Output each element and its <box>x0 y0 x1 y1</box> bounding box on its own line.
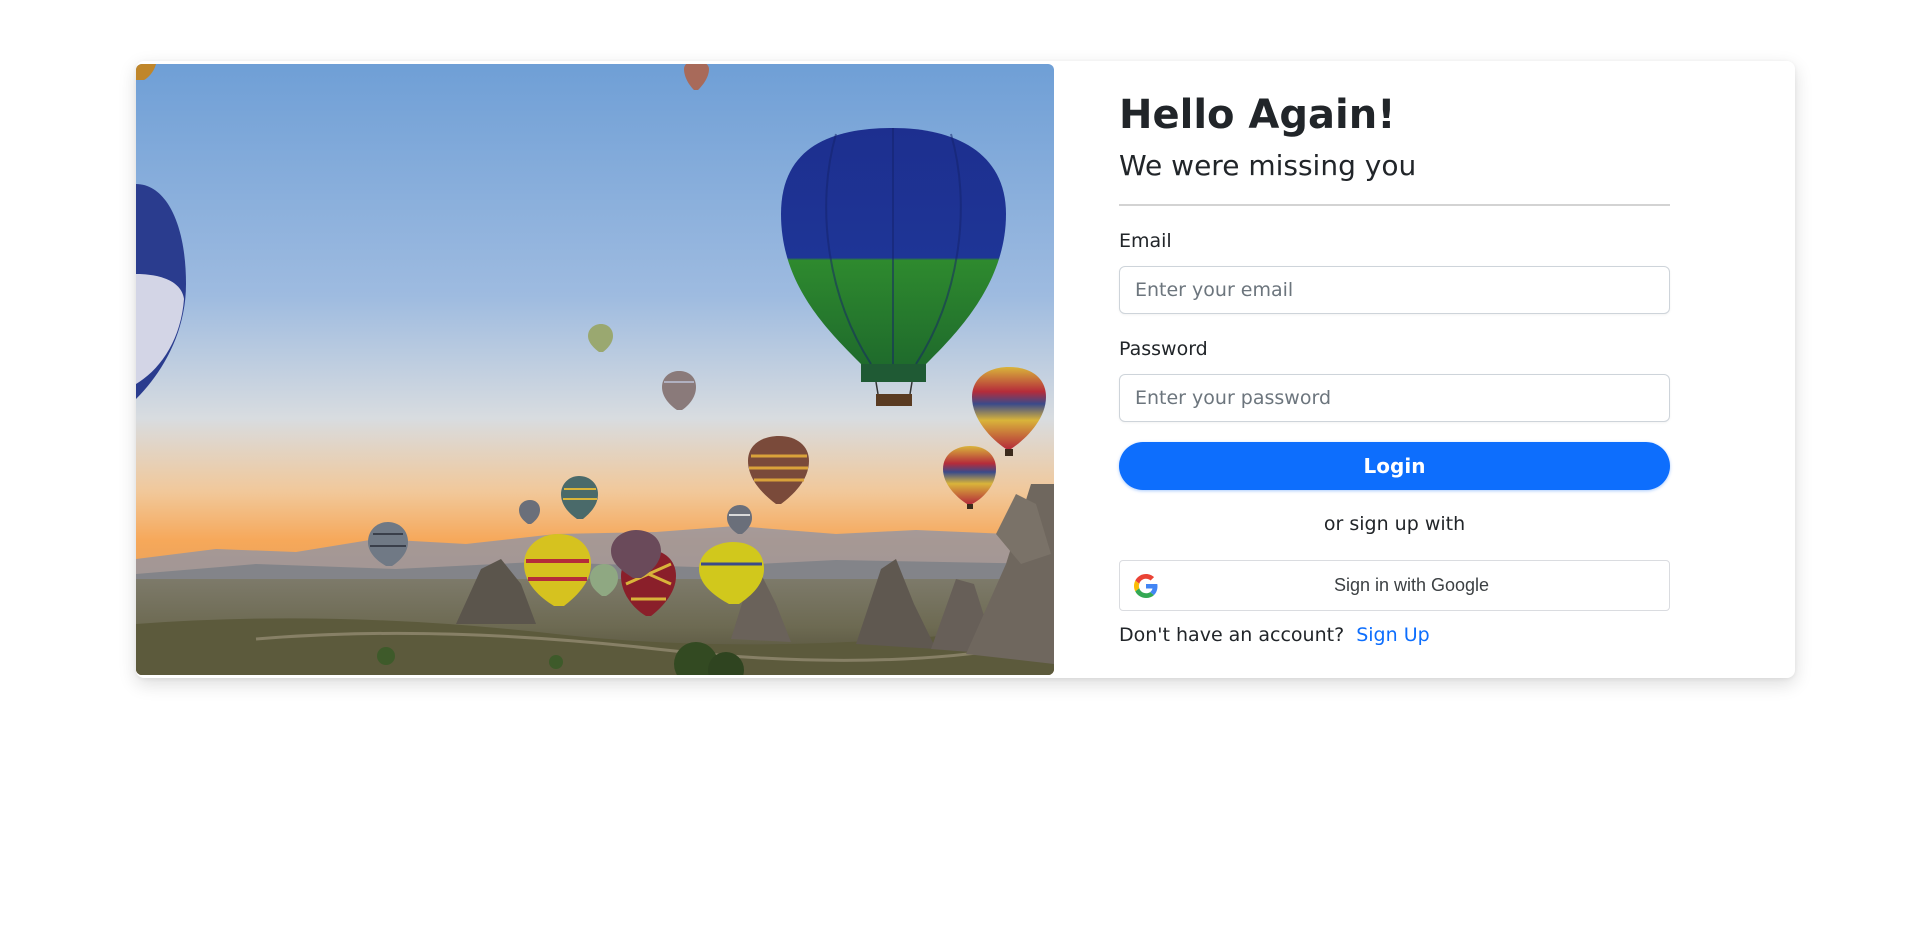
hero-image <box>136 64 1054 675</box>
title-divider <box>1119 204 1670 206</box>
signup-row: Don't have an account? Sign Up <box>1119 624 1430 646</box>
login-card: Hello Again! We were missing you Email P… <box>136 61 1795 678</box>
google-signin-label: Sign in with Google <box>1333 575 1490 595</box>
password-label: Password <box>1119 338 1208 360</box>
signup-link[interactable]: Sign Up <box>1356 624 1429 646</box>
signup-prompt: Don't have an account? <box>1119 624 1345 646</box>
password-field[interactable] <box>1119 374 1670 422</box>
login-form: Hello Again! We were missing you Email P… <box>1119 61 1670 678</box>
page-subtitle: We were missing you <box>1119 149 1417 182</box>
signup-divider-text: or sign up with <box>1323 513 1466 535</box>
email-field[interactable] <box>1119 266 1670 314</box>
login-button[interactable]: Login <box>1119 442 1670 490</box>
balloons-landscape-illustration <box>136 64 1054 675</box>
google-signin-button[interactable]: Sign in with Google <box>1119 560 1670 611</box>
email-label: Email <box>1119 230 1172 252</box>
page-title: Hello Again! <box>1119 92 1396 138</box>
